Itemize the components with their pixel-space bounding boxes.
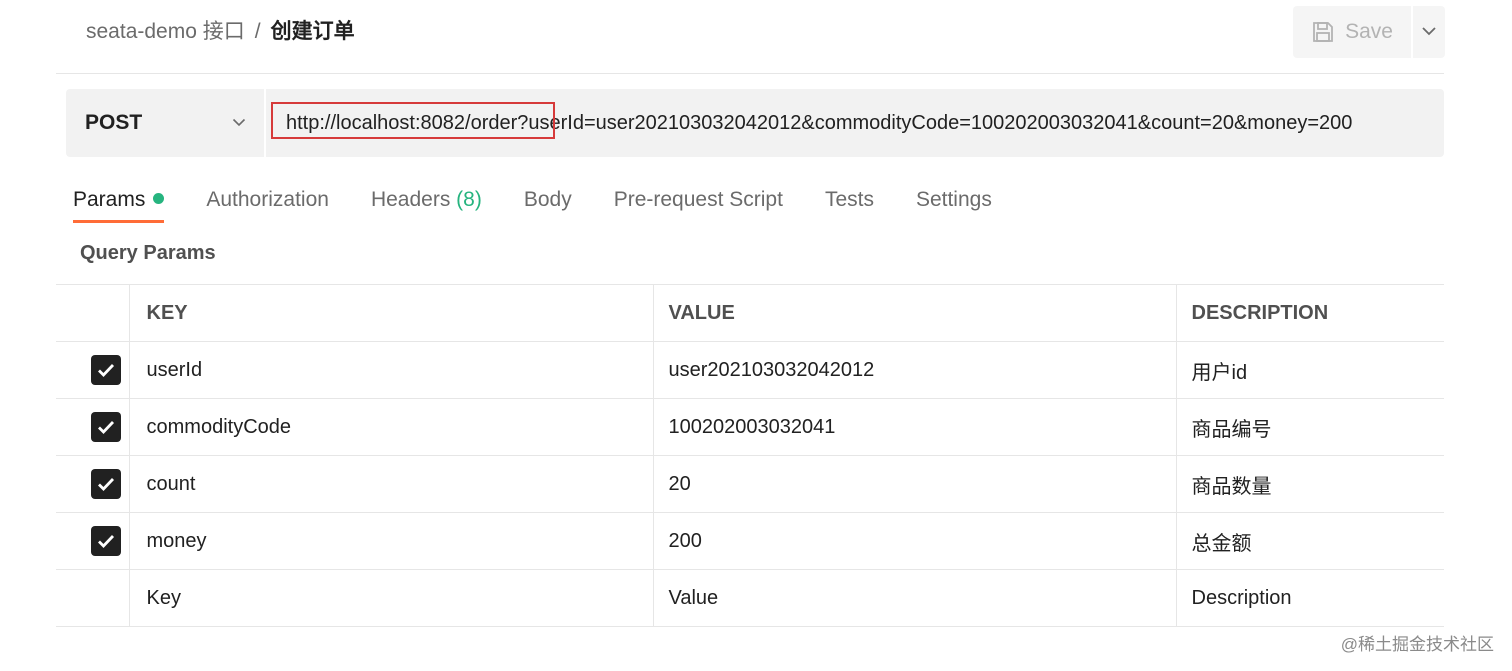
- checkmark-icon: [98, 364, 115, 378]
- headers-count: (8): [456, 188, 482, 211]
- breadcrumb-separator: /: [254, 20, 261, 43]
- tab-body[interactable]: Body: [524, 183, 572, 223]
- save-label: Save: [1345, 20, 1393, 43]
- table-header-row: KEY VALUE DESCRIPTION: [56, 284, 1444, 342]
- method-select[interactable]: POST: [66, 89, 266, 157]
- tab-label: Settings: [915, 188, 992, 211]
- column-header-value: VALUE: [653, 284, 1177, 342]
- url-input[interactable]: http://localhost:8082/order?userId=user2…: [266, 89, 1444, 157]
- query-params-title: Query Params: [80, 242, 216, 264]
- tab-label: Pre-request Script: [613, 188, 783, 211]
- tab-tests[interactable]: Tests: [825, 183, 874, 223]
- save-button[interactable]: Save: [1293, 6, 1411, 58]
- request-bar: POST http://localhost:8082/order?userId=…: [66, 89, 1444, 157]
- query-params-table: KEY VALUE DESCRIPTION userId user2021030…: [56, 284, 1444, 627]
- param-enabled-checkbox[interactable]: [91, 526, 121, 556]
- params-active-dot: [153, 192, 165, 204]
- tab-params[interactable]: Params: [73, 183, 165, 223]
- new-param-description-input[interactable]: Description: [1176, 569, 1444, 627]
- table-row: userId user202103032042012 用户id: [56, 341, 1444, 399]
- tab-label: Headers: [370, 188, 457, 211]
- param-description-cell[interactable]: 商品编号: [1176, 398, 1444, 456]
- param-enabled-checkbox[interactable]: [91, 469, 121, 499]
- param-value-cell[interactable]: 200: [653, 512, 1177, 570]
- new-param-key-input[interactable]: Key: [129, 569, 654, 627]
- new-param-value-input[interactable]: Value: [653, 569, 1177, 627]
- table-row: money 200 总金额: [56, 512, 1444, 570]
- column-header-key: KEY: [129, 284, 654, 342]
- chevron-down-icon: [232, 114, 246, 132]
- column-header-description: DESCRIPTION: [1176, 284, 1444, 342]
- request-header: seata-demo 接口 / 创建订单 Save: [56, 0, 1445, 74]
- postman-request-page: seata-demo 接口 / 创建订单 Save POST http://lo…: [0, 0, 1512, 671]
- checkmark-icon: [98, 421, 115, 435]
- param-value-cell[interactable]: user202103032042012: [653, 341, 1177, 399]
- param-value-cell[interactable]: 20: [653, 455, 1177, 513]
- param-enabled-checkbox[interactable]: [91, 412, 121, 442]
- chevron-down-icon: [1421, 23, 1437, 41]
- table-row: count 20 商品数量: [56, 455, 1444, 513]
- floppy-disk-icon: [1311, 20, 1335, 44]
- tab-label: Authorization: [206, 188, 329, 211]
- tab-label: Params: [73, 188, 146, 211]
- param-description-cell[interactable]: 商品数量: [1176, 455, 1444, 513]
- tab-label: Tests: [824, 188, 874, 211]
- breadcrumb-collection[interactable]: seata-demo 接口: [86, 20, 245, 43]
- table-row-new: Key Value Description: [56, 569, 1444, 627]
- breadcrumb: seata-demo 接口 / 创建订单: [86, 17, 355, 47]
- header-check-cell: [56, 284, 130, 342]
- param-description-cell[interactable]: 总金额: [1176, 512, 1444, 570]
- param-enabled-checkbox[interactable]: [91, 355, 121, 385]
- breadcrumb-request-name[interactable]: 创建订单: [271, 20, 355, 43]
- tab-pre-request-script[interactable]: Pre-request Script: [614, 183, 783, 223]
- save-group: Save: [1293, 6, 1445, 58]
- tab-authorization[interactable]: Authorization: [206, 183, 329, 223]
- watermark: @稀土掘金技术社区: [1340, 635, 1494, 654]
- tab-headers[interactable]: Headers (8): [371, 183, 482, 223]
- save-options-dropdown[interactable]: [1413, 6, 1445, 58]
- param-description-cell[interactable]: 用户id: [1176, 341, 1444, 399]
- param-key-cell[interactable]: userId: [129, 341, 654, 399]
- table-row: commodityCode 100202003032041 商品编号: [56, 398, 1444, 456]
- tab-settings[interactable]: Settings: [916, 183, 992, 223]
- param-key-cell[interactable]: commodityCode: [129, 398, 654, 456]
- checkmark-icon: [98, 478, 115, 492]
- param-key-cell[interactable]: count: [129, 455, 654, 513]
- url-text: http://localhost:8082/order?userId=user2…: [286, 111, 1353, 134]
- param-value-cell[interactable]: 100202003032041: [653, 398, 1177, 456]
- request-tabs: Params Authorization Headers (8) Body Pr…: [73, 183, 1034, 229]
- checkmark-icon: [98, 535, 115, 549]
- method-label: POST: [85, 111, 143, 134]
- tab-label: Body: [523, 188, 572, 211]
- param-key-cell[interactable]: money: [129, 512, 654, 570]
